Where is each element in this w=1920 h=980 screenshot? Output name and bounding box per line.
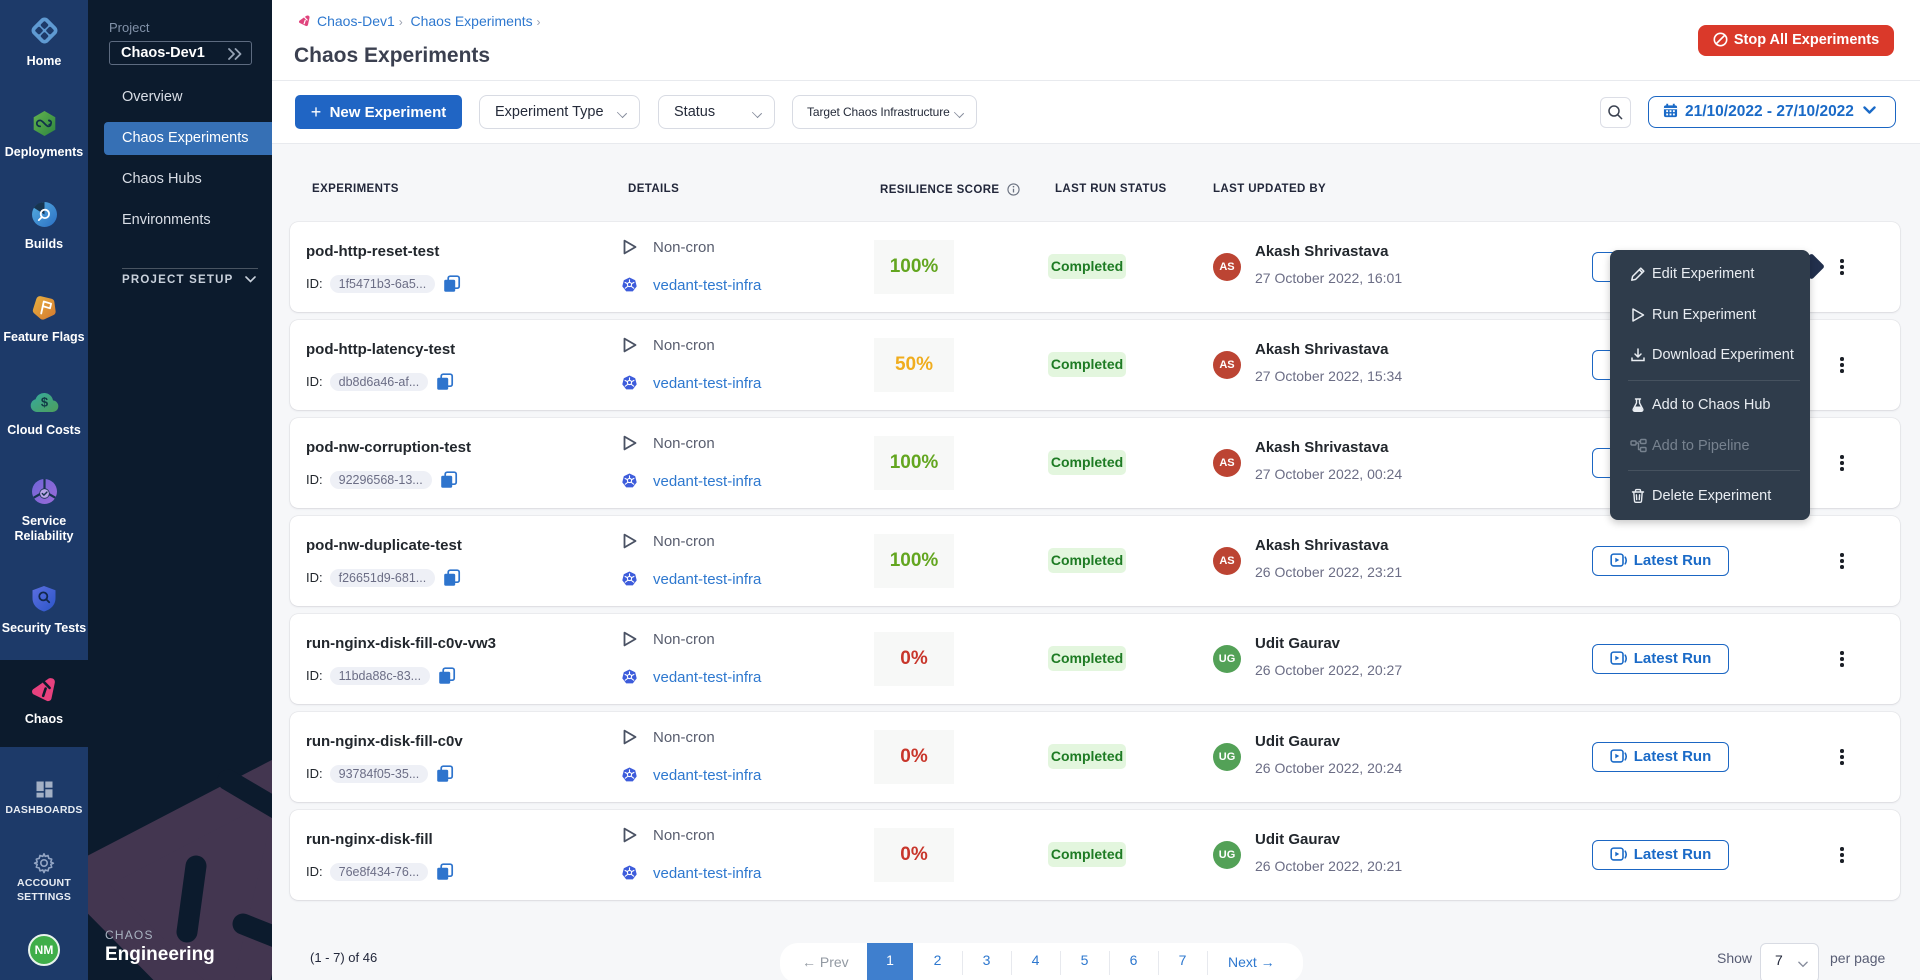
svg-text:$: $ [40,395,48,410]
